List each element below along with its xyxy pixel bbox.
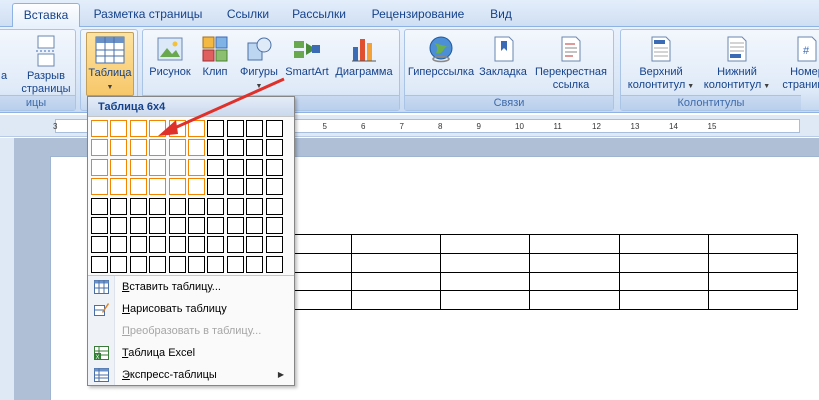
- annotation-arrow-icon: [158, 77, 285, 136]
